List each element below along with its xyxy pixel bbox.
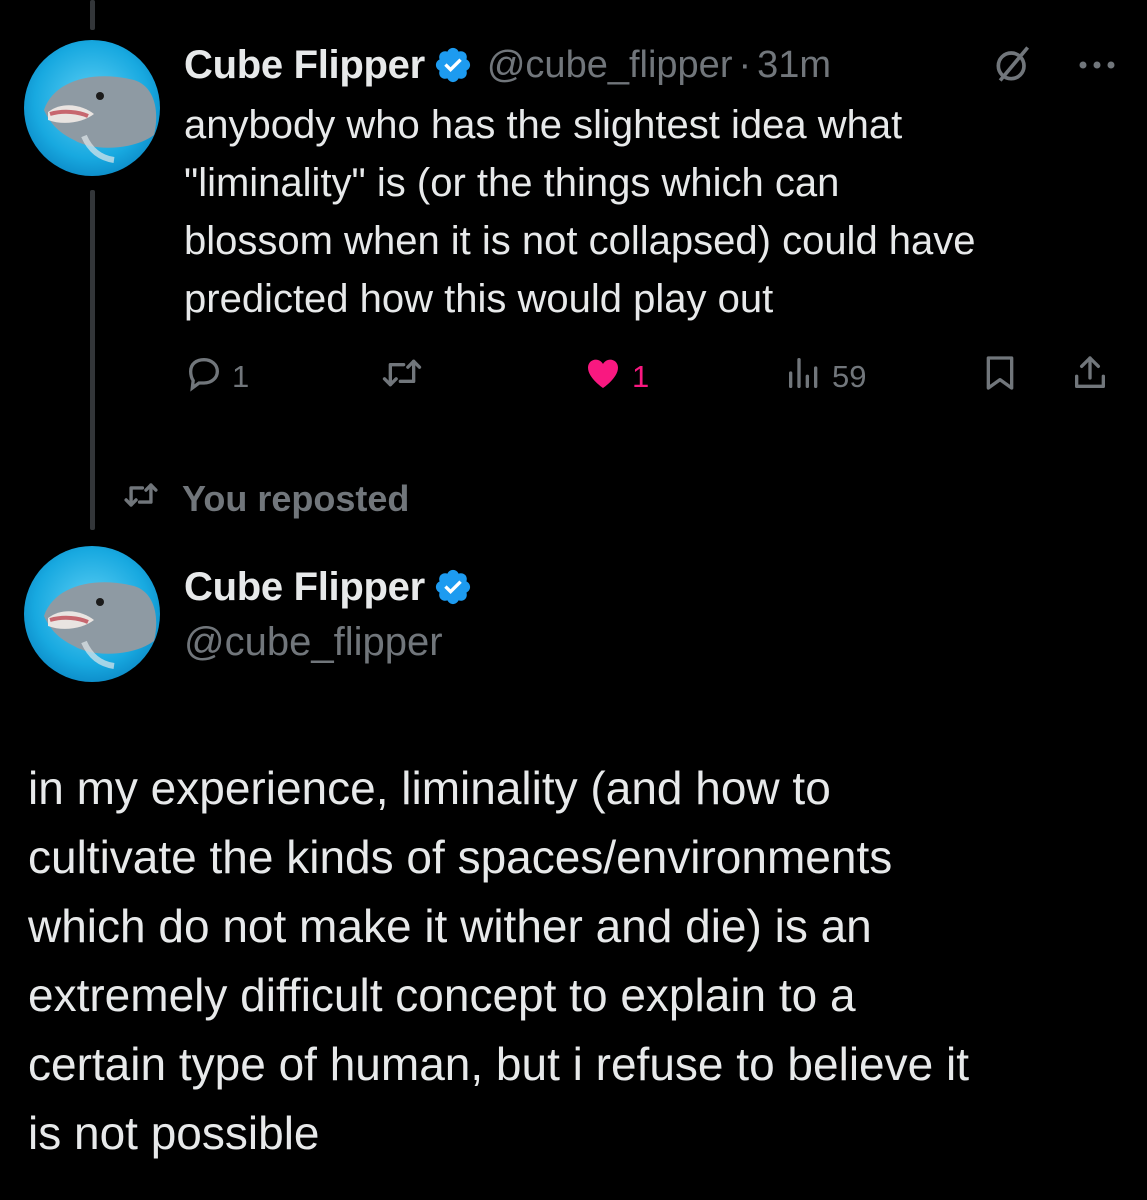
timestamp[interactable]: 31m (757, 44, 831, 87)
repost-button[interactable] (380, 352, 432, 402)
more-icon[interactable] (1077, 58, 1117, 76)
share-button[interactable] (1070, 352, 1110, 402)
like-count: 1 (632, 359, 650, 394)
verified-badge-icon (433, 567, 473, 607)
verified-badge-icon (433, 45, 473, 85)
tweet-text: in my experience, liminality (and how to… (28, 762, 969, 1159)
grok-icon[interactable] (991, 42, 1035, 91)
repost-icon (380, 353, 424, 401)
views-icon (784, 353, 824, 401)
share-icon (1070, 352, 1110, 402)
tweet-top-icons (991, 42, 1117, 91)
like-button[interactable]: 1 (582, 352, 649, 402)
bookmark-icon (980, 352, 1020, 402)
tweet-text: anybody who has the slightest idea what … (184, 103, 976, 321)
thread-line (90, 190, 95, 530)
tweet-actions: 1 1 59 (184, 352, 1124, 402)
avatar[interactable] (24, 546, 160, 682)
thread-line-top (90, 0, 95, 30)
display-name[interactable]: Cube Flipper (184, 565, 425, 610)
handle[interactable]: @cube_flipper (184, 620, 473, 665)
reply-button[interactable]: 1 (184, 352, 249, 402)
heart-icon (582, 353, 624, 401)
author-block: Cube Flipper @cube_flipper (184, 560, 473, 665)
repost-context: You reposted (118, 474, 409, 524)
repost-icon (118, 478, 164, 521)
tweet-header: Cube Flipper @cube_flipper · 31m (184, 40, 831, 90)
repost-label-text[interactable]: You reposted (182, 478, 409, 520)
views-count: 59 (832, 359, 867, 394)
handle[interactable]: @cube_flipper (487, 44, 733, 87)
reply-count: 1 (232, 359, 250, 394)
views-button[interactable]: 59 (784, 352, 866, 402)
reply-icon (184, 353, 224, 401)
separator-dot: · (738, 43, 752, 86)
avatar[interactable] (24, 40, 160, 176)
display-name[interactable]: Cube Flipper (184, 43, 425, 88)
bookmark-button[interactable] (980, 352, 1020, 402)
